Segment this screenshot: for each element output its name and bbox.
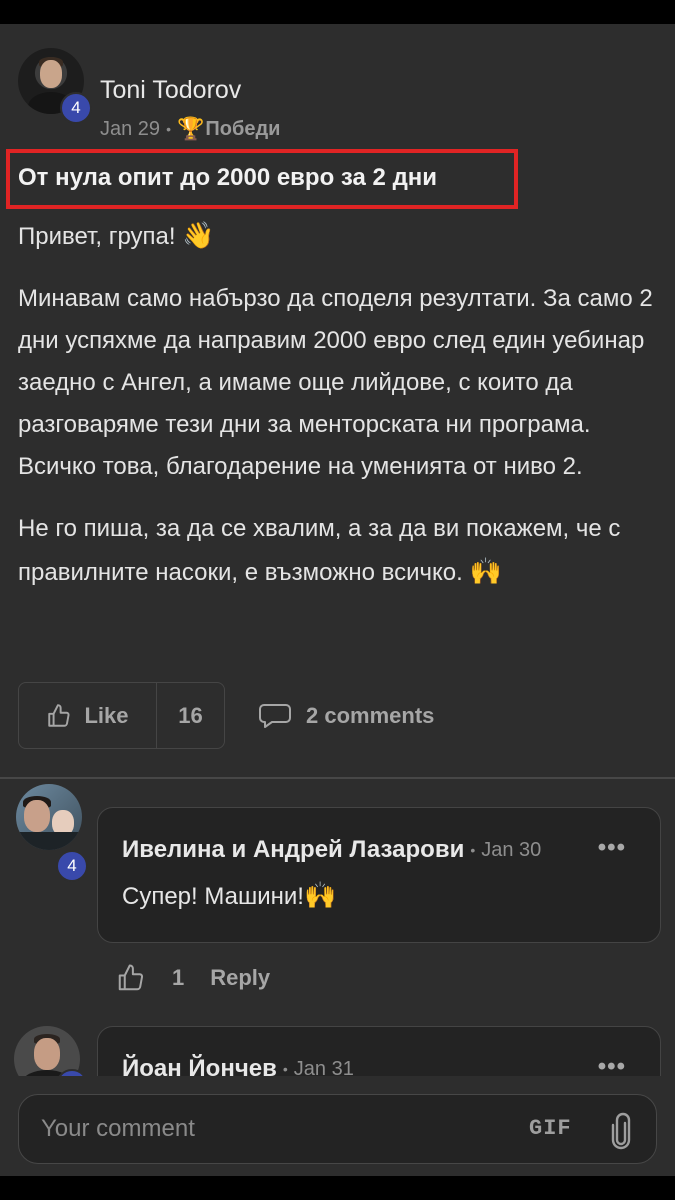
comments-button[interactable]: 2 comments: [258, 696, 434, 736]
post-title: От нула опит до 2000 евро за 2 дни: [18, 164, 438, 191]
paperclip-icon[interactable]: [609, 1111, 633, 1151]
thumbs-up-icon[interactable]: [116, 963, 146, 993]
thumbs-up-icon: [46, 703, 72, 729]
comment-icon: [258, 702, 292, 730]
post-category[interactable]: Победи: [205, 118, 280, 141]
comment-date: Jan 30: [481, 838, 542, 861]
post-date: Jan 29: [100, 117, 161, 140]
author-name[interactable]: Toni Todorov: [100, 76, 241, 105]
raising-hands-emoji: 🙌: [303, 880, 337, 910]
post-body: Привет, група! 👋 Минавам само набързо да…: [18, 214, 663, 614]
comment-actions: 1 Reply: [116, 958, 270, 998]
comment-level-badge: 4: [56, 850, 88, 882]
like-count[interactable]: 16: [157, 683, 224, 748]
comment-author[interactable]: Ивелина и Андрей Лазарови: [122, 836, 464, 864]
like-label: Like: [84, 702, 129, 728]
waving-hand-emoji: 👋: [182, 220, 215, 250]
comment-like-count: 1: [172, 965, 185, 990]
post-paragraph-1: Минавам само набързо да споделя резултат…: [18, 285, 653, 480]
post-meta: Jan 29 • 🏆 Победи: [100, 116, 280, 142]
like-group: Like 16: [18, 682, 225, 749]
author-level-badge: 4: [60, 92, 92, 124]
post-paragraph-2: Не го пиша, за да се хвалим, а за да ви …: [18, 515, 621, 586]
more-icon[interactable]: •••: [598, 834, 626, 862]
trophy-icon: 🏆: [176, 116, 205, 141]
comment-composer: GIF: [18, 1094, 657, 1164]
comments-count-label: 2 comments: [306, 703, 435, 728]
meta-separator: •: [166, 121, 171, 137]
comment-text: Супер! Машини!🙌: [122, 880, 337, 910]
like-button[interactable]: Like: [19, 683, 157, 748]
raising-hands-emoji: 🙌: [469, 556, 502, 586]
comment-avatar[interactable]: [16, 784, 82, 850]
app-screen: 4 Toni Todorov Jan 29 • 🏆 Победи От нула…: [0, 24, 675, 1176]
post-divider: [0, 777, 675, 779]
reply-button[interactable]: Reply: [210, 965, 270, 991]
post-greeting: Привет, група! 👋: [18, 220, 215, 250]
bottom-bar: [0, 1176, 675, 1200]
comment-bubble: Ивелина и Андрей Лазарови • Jan 30 ••• С…: [97, 807, 661, 943]
comment-header: Ивелина и Андрей Лазарови • Jan 30: [122, 836, 541, 864]
gif-icon[interactable]: GIF: [529, 1116, 572, 1141]
meta-separator: •: [470, 842, 476, 858]
comment-input[interactable]: [41, 1107, 511, 1151]
meta-separator: •: [282, 1061, 288, 1077]
